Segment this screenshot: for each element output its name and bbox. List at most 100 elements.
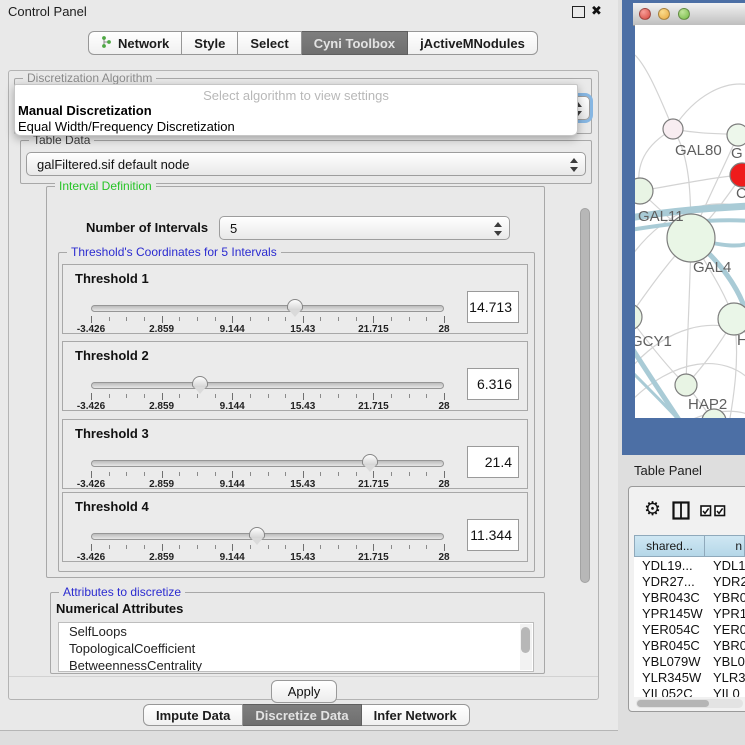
table-cell[interactable]: YDL19... bbox=[634, 557, 705, 573]
threshold-2-slider[interactable]: -3.4262.8599.14415.4321.71528 bbox=[91, 380, 444, 410]
list-scrollbar[interactable] bbox=[520, 624, 532, 670]
threshold-2-value-field[interactable]: 6.316 bbox=[467, 368, 519, 400]
table-row[interactable]: YBR045CYBR0 bbox=[634, 637, 745, 653]
table-cell[interactable]: YBR0 bbox=[705, 637, 745, 653]
threshold-1-value-field[interactable]: 14.713 bbox=[467, 291, 519, 323]
list-item[interactable]: SelfLoops bbox=[59, 623, 533, 640]
table-cell[interactable]: YBL079W bbox=[634, 653, 705, 669]
network-canvas[interactable]: GAL80GCGAL11GAL4GCY1HHAP2 bbox=[635, 25, 745, 418]
tab-impute-data[interactable]: Impute Data bbox=[143, 704, 243, 726]
close-icon[interactable]: ✖ bbox=[591, 3, 602, 19]
table-data-combobox[interactable]: galFiltered.sif default node bbox=[26, 152, 586, 176]
tab-select[interactable]: Select bbox=[238, 31, 301, 55]
table-row[interactable]: YER054CYER0 bbox=[634, 621, 745, 637]
mac-zoom-icon[interactable] bbox=[678, 8, 690, 20]
gear-icon[interactable]: ⚙ bbox=[644, 500, 661, 519]
network-node[interactable] bbox=[718, 303, 745, 335]
tick-mark bbox=[268, 394, 269, 398]
tick-mark bbox=[356, 472, 357, 476]
slider-track[interactable] bbox=[91, 382, 444, 389]
table-cell[interactable]: YPR145W bbox=[634, 605, 705, 621]
algorithm-dropdown-popup: Select algorithm to view settings Manual… bbox=[14, 84, 578, 136]
table-cell[interactable]: YER0 bbox=[705, 621, 745, 637]
table-row[interactable]: YBR043CYBR0 bbox=[634, 589, 745, 605]
slider-thumb[interactable] bbox=[192, 376, 208, 388]
table-row[interactable]: YIL052CYIL0 bbox=[634, 685, 745, 697]
table-row[interactable]: YBL079WYBL0 bbox=[634, 653, 745, 669]
columns-icon[interactable] bbox=[672, 501, 690, 525]
float-window-icon[interactable] bbox=[572, 6, 585, 18]
scrollbar-thumb[interactable] bbox=[637, 700, 709, 707]
table-cell[interactable]: YBR045C bbox=[634, 637, 705, 653]
threshold-3-slider[interactable]: -3.4262.8599.14415.4321.71528 bbox=[91, 458, 444, 488]
tab-jactivemnodules[interactable]: jActiveMNodules bbox=[408, 31, 538, 55]
table-cell[interactable]: YIL052C bbox=[634, 685, 705, 697]
tick-mark bbox=[162, 393, 163, 400]
tab-cyni-toolbox[interactable]: Cyni Toolbox bbox=[302, 31, 408, 55]
settings-scrollbar[interactable] bbox=[580, 208, 590, 583]
scale-label: 2.859 bbox=[149, 479, 174, 490]
apply-button[interactable]: Apply bbox=[271, 680, 337, 703]
network-node[interactable] bbox=[663, 119, 683, 139]
table-row[interactable]: YPR145WYPR1 bbox=[634, 605, 745, 621]
network-node[interactable] bbox=[730, 163, 745, 187]
table-cell[interactable]: YDL1 bbox=[705, 557, 745, 573]
table-horizontal-scrollbar[interactable] bbox=[636, 699, 743, 708]
table-cell[interactable]: YBR043C bbox=[634, 589, 705, 605]
table-cell[interactable]: YIL0 bbox=[705, 685, 745, 697]
table-cell[interactable]: YER054C bbox=[634, 621, 705, 637]
table-cell[interactable]: YLR345W bbox=[634, 669, 705, 685]
group-title: Threshold's Coordinates for 5 Intervals bbox=[67, 245, 281, 259]
mac-minimize-icon[interactable] bbox=[658, 8, 670, 20]
checked-box-icon bbox=[714, 505, 726, 517]
network-node[interactable] bbox=[727, 124, 745, 146]
numerical-attributes-list[interactable]: SelfLoops TopologicalCoefficient Between… bbox=[58, 622, 534, 672]
mac-close-icon[interactable] bbox=[639, 8, 651, 20]
table-cell[interactable]: YLR3 bbox=[705, 669, 745, 685]
threshold-4-value-field[interactable]: 11.344 bbox=[467, 519, 519, 551]
table-row[interactable]: YDR27...YDR2 bbox=[634, 573, 745, 589]
table-row[interactable]: YLR345WYLR3 bbox=[634, 669, 745, 685]
threshold-label: Threshold 3 bbox=[75, 426, 149, 441]
table-rows: YDL19...YDL1YDR27...YDR2YBR043CYBR0YPR14… bbox=[634, 557, 745, 697]
list-item[interactable]: TopologicalCoefficient bbox=[59, 640, 533, 657]
threshold-4-slider[interactable]: -3.4262.8599.14415.4321.71528 bbox=[91, 531, 444, 561]
table-cell[interactable]: YBL0 bbox=[705, 653, 745, 669]
table-cell[interactable]: YDR2 bbox=[705, 573, 745, 589]
tab-network[interactable]: Network bbox=[88, 31, 182, 55]
tick-mark bbox=[338, 472, 339, 476]
network-node[interactable] bbox=[635, 304, 642, 330]
network-edge[interactable] bbox=[635, 55, 673, 129]
slider-track[interactable] bbox=[91, 533, 444, 540]
number-of-intervals-combobox[interactable]: 5 bbox=[219, 216, 510, 240]
network-edge[interactable] bbox=[673, 84, 745, 129]
tab-style[interactable]: Style bbox=[182, 31, 238, 55]
table-cell[interactable]: YPR1 bbox=[705, 605, 745, 621]
dropdown-item-equal-width-frequency[interactable]: Equal Width/Frequency Discretization bbox=[18, 119, 574, 135]
slider-thumb[interactable] bbox=[362, 454, 378, 466]
table-cell[interactable]: YBR0 bbox=[705, 589, 745, 605]
scrollbar-thumb[interactable] bbox=[521, 627, 530, 653]
network-node[interactable] bbox=[675, 374, 697, 396]
scale-label: 28 bbox=[438, 324, 449, 335]
group-title: Attributes to discretize bbox=[59, 585, 185, 599]
network-edge[interactable] bbox=[640, 175, 742, 191]
column-header-name[interactable]: n bbox=[705, 535, 745, 557]
column-header-shared-name[interactable]: shared... bbox=[634, 535, 705, 557]
slider-thumb[interactable] bbox=[249, 527, 265, 539]
tick-mark bbox=[91, 393, 92, 400]
tab-infer-network[interactable]: Infer Network bbox=[362, 704, 470, 726]
node-attribute-table[interactable]: shared... n YDL19...YDL1YDR27...YDR2YBR0… bbox=[634, 535, 745, 697]
table-row[interactable]: YDL19...YDL1 bbox=[634, 557, 745, 573]
network-edge[interactable] bbox=[635, 317, 686, 385]
dropdown-item-manual-discretization[interactable]: Manual Discretization bbox=[18, 103, 574, 119]
slider-thumb[interactable] bbox=[287, 299, 303, 311]
threshold-3-value-field[interactable]: 21.4 bbox=[467, 446, 519, 478]
table-cell[interactable]: YDR27... bbox=[634, 573, 705, 589]
slider-track[interactable] bbox=[91, 460, 444, 467]
checkbox-icons[interactable] bbox=[700, 505, 726, 517]
slider-track[interactable] bbox=[91, 305, 444, 312]
list-item[interactable]: BetweennessCentrality bbox=[59, 657, 533, 672]
tab-discretize-data[interactable]: Discretize Data bbox=[243, 704, 361, 726]
threshold-1-slider[interactable]: -3.4262.8599.14415.4321.71528 bbox=[91, 303, 444, 333]
